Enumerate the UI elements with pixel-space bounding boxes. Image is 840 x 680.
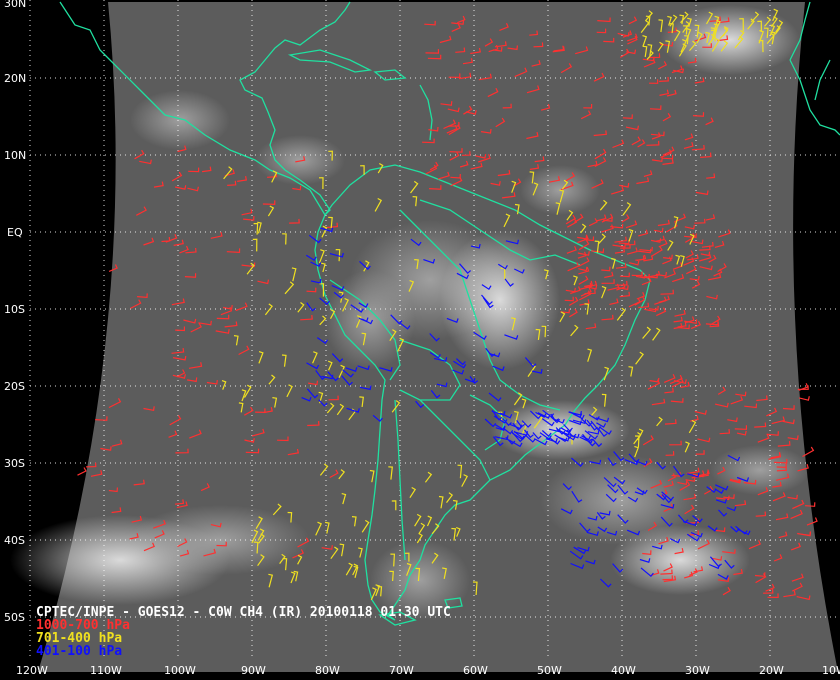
lat-label: 20N (4, 72, 26, 85)
map-canvas: 30N 20N 10N EQ 10S 20S 30S 40S 50S 120W … (4, 0, 840, 677)
lon-label: 40W (611, 664, 636, 677)
lat-label: 50S (4, 611, 25, 624)
lon-label: 50W (537, 664, 562, 677)
latitude-labels: 30N 20N 10N EQ 10S 20S 30S 40S 50S (4, 0, 26, 624)
lon-label: 110W (90, 664, 122, 677)
lon-label: 30W (685, 664, 710, 677)
legend-high-level: 401-100 hPa (36, 644, 122, 659)
wind-barb (77, 467, 87, 476)
lon-label: 60W (463, 664, 488, 677)
lat-label: 30S (4, 457, 25, 470)
lat-label: 20S (4, 380, 25, 393)
lat-label: EQ (7, 226, 23, 239)
wind-barb (798, 396, 810, 401)
lon-label: 10W (822, 664, 840, 677)
lat-label: 10N (4, 149, 26, 162)
lon-label: 20W (759, 664, 784, 677)
lon-label: 90W (241, 664, 266, 677)
lat-label: 10S (4, 303, 25, 316)
lat-label: 30N (4, 0, 26, 10)
lon-label: 120W (16, 664, 48, 677)
lat-label: 40S (4, 534, 25, 547)
lon-label: 80W (315, 664, 340, 677)
lon-label: 70W (389, 664, 414, 677)
satellite-map: 30N 20N 10N EQ 10S 20S 30S 40S 50S 120W … (0, 0, 840, 680)
lon-label: 100W (164, 664, 196, 677)
